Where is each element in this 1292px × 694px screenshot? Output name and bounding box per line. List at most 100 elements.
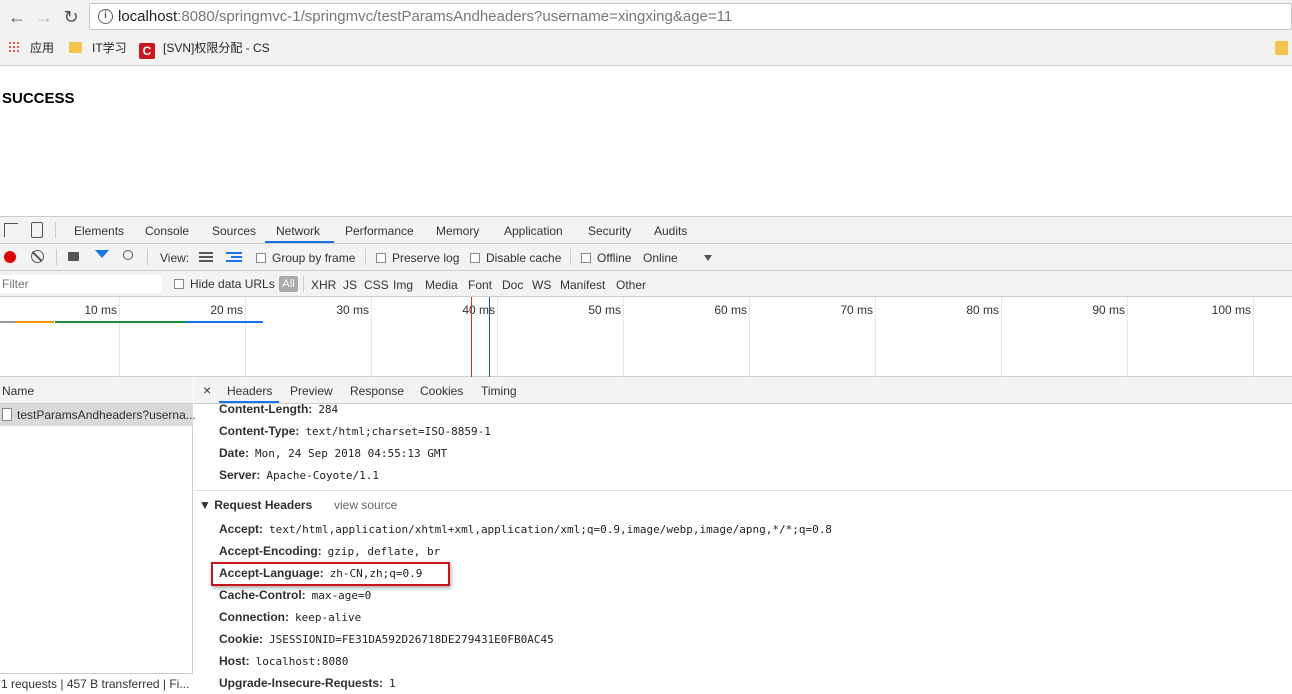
reload-icon[interactable]: ↻ <box>60 6 82 28</box>
offline-checkbox[interactable]: Offline <box>581 251 631 265</box>
filter-icon[interactable] <box>95 250 109 258</box>
name-column-header[interactable]: Name <box>0 377 193 404</box>
request-headers-toggle[interactable]: ▼ Request Headers <box>199 498 312 512</box>
domcontentloaded-line <box>489 297 490 377</box>
tick-label: 10 ms <box>84 303 117 317</box>
network-toolbar: View: Group by frame Preserve log Disabl… <box>0 244 1292 271</box>
tab-network[interactable]: Network <box>276 224 320 238</box>
close-icon[interactable]: × <box>203 382 211 398</box>
bookmark-svn[interactable]: C [SVN]权限分配 - CS <box>139 40 270 59</box>
tab-audits[interactable]: Audits <box>654 224 687 238</box>
header-value: localhost:8080 <box>255 655 349 668</box>
forward-arrow-icon[interactable]: → <box>33 6 55 28</box>
annotation-highlight-box <box>211 562 450 586</box>
tick-label: 20 ms <box>210 303 243 317</box>
tab-headers[interactable]: Headers <box>227 384 272 398</box>
request-list: Name testParamsAndheaders?userna... 1 re… <box>0 377 196 694</box>
other-bookmarks-folder-icon[interactable] <box>1275 41 1288 55</box>
tab-security[interactable]: Security <box>588 224 631 238</box>
address-bar[interactable]: i localhost:8080/springmvc-1/springmvc/t… <box>89 3 1292 30</box>
view-label: View: <box>160 251 190 265</box>
view-source-link[interactable]: view source <box>334 498 397 512</box>
preserve-log-checkbox[interactable]: Preserve log <box>376 251 459 265</box>
hide-data-urls-checkbox[interactable]: Hide data URLs <box>174 277 275 291</box>
group-by-frame-checkbox[interactable]: Group by frame <box>256 251 355 265</box>
checkbox-label: Disable cache <box>486 251 562 265</box>
throttling-select[interactable]: Online <box>643 251 678 265</box>
chevron-down-icon[interactable] <box>704 255 712 261</box>
filter-bar: Hide data URLs All XHR JS CSS Img Media … <box>0 271 1292 297</box>
filter-input[interactable] <box>0 275 162 293</box>
header-row: Cookie: JSESSIONID=FE31DA592D26718DE27943… <box>219 632 554 646</box>
clear-icon[interactable] <box>31 250 44 263</box>
browser-chrome: ← → ↻ i localhost:8080/springmvc-1/sprin… <box>0 0 1292 66</box>
header-key: Upgrade-Insecure-Requests: <box>219 676 384 690</box>
checkbox-label: Offline <box>597 251 632 265</box>
tab-elements[interactable]: Elements <box>74 224 124 238</box>
filter-type-all[interactable]: All <box>279 276 298 292</box>
header-row: Accept: text/html,application/xhtml+xml,a… <box>219 522 832 536</box>
back-arrow-icon[interactable]: ← <box>6 6 28 28</box>
filter-type-css[interactable]: CSS <box>364 278 389 292</box>
header-row: Host: localhost:8080 <box>219 654 348 668</box>
request-row[interactable]: testParamsAndheaders?userna... <box>0 404 196 426</box>
info-icon[interactable]: i <box>98 9 113 24</box>
tick-label: 30 ms <box>336 303 369 317</box>
bookmark-apps[interactable]: 应用 <box>8 40 54 56</box>
url-text[interactable]: localhost:8080/springmvc-1/springmvc/tes… <box>118 8 732 25</box>
filter-type-other[interactable]: Other <box>616 278 646 292</box>
tab-sources[interactable]: Sources <box>212 224 256 238</box>
filter-type-doc[interactable]: Doc <box>502 278 523 292</box>
header-value: text/html;charset=ISO-8859-1 <box>305 425 491 438</box>
header-row: Content-Length: 284 <box>219 402 338 416</box>
capture-screenshots-icon[interactable] <box>68 252 79 261</box>
tick-label: 90 ms <box>1092 303 1125 317</box>
search-icon[interactable] <box>123 250 133 260</box>
tab-response[interactable]: Response <box>350 384 404 398</box>
header-key: Server: <box>219 468 261 482</box>
filter-type-media[interactable]: Media <box>425 278 458 292</box>
device-toolbar-icon[interactable] <box>31 222 43 238</box>
header-row: Cache-Control: max-age=0 <box>219 588 371 602</box>
filter-type-ws[interactable]: WS <box>532 278 551 292</box>
filter-type-xhr[interactable]: XHR <box>311 278 336 292</box>
column-label: Name <box>2 384 35 398</box>
network-summary-bar: 1 requests | 457 B transferred | Fi... <box>0 673 193 694</box>
section-divider <box>194 490 1292 491</box>
header-key: Content-Length: <box>219 402 313 416</box>
tab-preview[interactable]: Preview <box>290 384 333 398</box>
header-row: Connection: keep-alive <box>219 610 361 624</box>
devtools-panel: Elements Console Sources Network Perform… <box>0 216 1292 694</box>
header-key: Accept-Encoding: <box>219 544 322 558</box>
tab-console[interactable]: Console <box>145 224 189 238</box>
tab-timing[interactable]: Timing <box>481 384 517 398</box>
filter-type-font[interactable]: Font <box>468 278 492 292</box>
load-event-line <box>471 297 472 377</box>
disable-cache-checkbox[interactable]: Disable cache <box>470 251 561 265</box>
inspect-element-icon[interactable] <box>4 223 18 237</box>
header-value: max-age=0 <box>311 589 372 602</box>
tab-performance[interactable]: Performance <box>345 224 414 238</box>
timing-bar-wait <box>16 321 54 323</box>
network-overview-timeline[interactable]: 10 ms 20 ms 30 ms 40 ms 50 ms 60 ms 70 m… <box>0 297 1292 377</box>
tab-memory[interactable]: Memory <box>436 224 479 238</box>
document-icon <box>2 408 12 421</box>
header-value: Apache-Coyote/1.1 <box>266 469 379 482</box>
tab-application[interactable]: Application <box>504 224 563 238</box>
filter-type-img[interactable]: Img <box>393 278 413 292</box>
filter-type-js[interactable]: JS <box>343 278 357 292</box>
large-rows-icon[interactable] <box>199 252 213 262</box>
record-icon[interactable] <box>4 251 16 263</box>
csdn-logo-icon: C <box>139 43 155 59</box>
header-key: Content-Type: <box>219 424 300 438</box>
bookmark-it[interactable]: IT学习 <box>69 40 127 56</box>
timing-bar-ttfb <box>55 321 185 323</box>
tab-cookies[interactable]: Cookies <box>420 384 463 398</box>
waterfall-icon[interactable] <box>226 252 242 262</box>
throttling-value: Online <box>643 251 678 265</box>
devtools-tab-bar: Elements Console Sources Network Perform… <box>0 217 1292 244</box>
header-key: Connection: <box>219 610 289 624</box>
active-tab-indicator <box>265 241 334 243</box>
filter-type-manifest[interactable]: Manifest <box>560 278 605 292</box>
tick-label: 60 ms <box>714 303 747 317</box>
